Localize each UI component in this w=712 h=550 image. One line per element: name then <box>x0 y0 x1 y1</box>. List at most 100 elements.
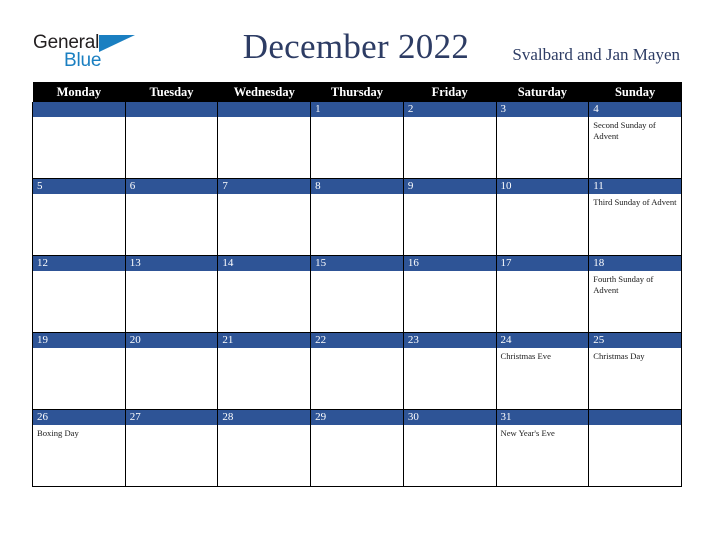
weekday-header-thursday: Thursday <box>310 82 404 102</box>
day-cell-content: 24 Christmas Eve <box>496 333 589 409</box>
calendar-day-cell[interactable]: 1 <box>310 102 404 179</box>
day-events: Christmas Day <box>589 348 681 362</box>
holiday-label: Christmas Eve <box>500 351 551 361</box>
locale-label: Svalbard and Jan Mayen <box>512 45 680 64</box>
day-cell-content: 13 <box>125 256 218 332</box>
day-cell-content: 9 <box>403 179 496 255</box>
day-events <box>589 425 681 428</box>
calendar-day-cell[interactable]: 13 <box>124 255 219 333</box>
day-number: 16 <box>403 256 496 271</box>
day-events: Boxing Day <box>33 425 125 439</box>
calendar-body: 1 2 3 4 Second Sunday of Advent 5 6 7 8 9 10 11 Thir… <box>32 102 682 487</box>
calendar-day-cell[interactable]: 14 <box>217 255 312 333</box>
calendar-day-cell[interactable] <box>217 102 312 179</box>
calendar-day-cell[interactable]: 21 <box>217 332 312 410</box>
day-cell-content <box>33 102 125 178</box>
calendar-page: General Blue December 2022 Svalbard and … <box>0 0 712 550</box>
calendar-day-cell[interactable]: 16 <box>402 255 497 333</box>
day-cell-content: 10 <box>496 179 589 255</box>
day-number: 19 <box>33 333 125 348</box>
calendar-week-row: 1 2 3 4 Second Sunday of Advent <box>32 102 682 179</box>
calendar-day-cell[interactable]: 18 Fourth Sunday of Advent <box>588 255 682 333</box>
day-cell-content: 18 Fourth Sunday of Advent <box>589 256 681 332</box>
calendar-grid: Monday Tuesday Wednesday Thursday Friday… <box>32 82 682 487</box>
calendar-day-cell[interactable]: 23 <box>402 332 497 410</box>
day-cell-content <box>589 410 681 486</box>
holiday-label: Second Sunday of Advent <box>593 120 656 141</box>
calendar-day-cell[interactable]: 28 <box>217 409 312 487</box>
day-cell-content: 19 <box>33 333 125 409</box>
day-cell-content: 30 <box>403 410 496 486</box>
day-cell-content <box>125 102 218 178</box>
calendar-day-cell[interactable] <box>32 102 126 179</box>
calendar-day-cell[interactable] <box>124 102 219 179</box>
day-number: 15 <box>311 256 403 271</box>
day-number: 30 <box>403 410 496 425</box>
calendar-day-cell[interactable]: 31 New Year's Eve <box>495 409 590 487</box>
day-events <box>218 348 310 351</box>
day-cell-content: 27 <box>125 410 218 486</box>
calendar-day-cell[interactable]: 24 Christmas Eve <box>495 332 590 410</box>
day-cell-content: 7 <box>218 179 311 255</box>
calendar-day-cell[interactable]: 11 Third Sunday of Advent <box>588 178 682 256</box>
calendar-day-cell[interactable]: 8 <box>310 178 404 256</box>
weekday-header-row: Monday Tuesday Wednesday Thursday Friday… <box>32 82 682 102</box>
calendar-day-cell[interactable]: 9 <box>402 178 497 256</box>
calendar-day-cell[interactable] <box>588 409 682 487</box>
weekday-header-friday: Friday <box>403 82 497 102</box>
calendar-day-cell[interactable]: 7 <box>217 178 312 256</box>
day-cell-content: 26 Boxing Day <box>33 410 125 486</box>
holiday-label: Third Sunday of Advent <box>593 197 677 207</box>
day-events <box>33 348 125 351</box>
day-number: 4 <box>589 102 681 117</box>
day-events <box>126 348 218 351</box>
weekday-header-tuesday: Tuesday <box>125 82 218 102</box>
calendar-day-cell[interactable]: 2 <box>402 102 497 179</box>
day-events <box>218 425 310 428</box>
day-events <box>218 117 310 120</box>
weekday-header-sunday: Sunday <box>588 82 682 102</box>
day-number: 3 <box>496 102 589 117</box>
calendar-week-row: 5 6 7 8 9 10 11 Third Sunday of Advent <box>32 178 682 256</box>
day-number: 14 <box>218 256 311 271</box>
day-events <box>404 348 496 351</box>
weekday-header-monday: Monday <box>32 82 126 102</box>
calendar-day-cell[interactable]: 4 Second Sunday of Advent <box>588 102 682 179</box>
day-events <box>311 425 403 428</box>
day-number: 1 <box>311 102 403 117</box>
day-number: 9 <box>403 179 496 194</box>
calendar-day-cell[interactable]: 10 <box>495 178 590 256</box>
calendar-day-cell[interactable]: 30 <box>402 409 497 487</box>
day-cell-content: 11 Third Sunday of Advent <box>589 179 681 255</box>
calendar-day-cell[interactable]: 27 <box>124 409 219 487</box>
holiday-label: Fourth Sunday of Advent <box>593 274 654 295</box>
holiday-label: Boxing Day <box>37 428 79 438</box>
calendar-day-cell[interactable]: 6 <box>124 178 219 256</box>
day-cell-content: 5 <box>33 179 125 255</box>
day-cell-content: 12 <box>33 256 125 332</box>
day-events <box>497 117 589 120</box>
day-events <box>311 348 403 351</box>
calendar-day-cell[interactable]: 20 <box>124 332 219 410</box>
calendar-day-cell[interactable]: 25 Christmas Day <box>588 332 682 410</box>
calendar-week-row: 26 Boxing Day 27 28 29 30 31 New Year's Eve <box>32 409 682 487</box>
day-events <box>404 271 496 274</box>
calendar-day-cell[interactable]: 19 <box>32 332 126 410</box>
day-cell-content: 1 <box>311 102 403 178</box>
day-cell-content: 17 <box>496 256 589 332</box>
day-events <box>404 194 496 197</box>
day-cell-content: 14 <box>218 256 311 332</box>
day-events <box>497 194 589 197</box>
day-events: Christmas Eve <box>497 348 589 362</box>
day-number: 18 <box>589 256 681 271</box>
calendar-day-cell[interactable]: 26 Boxing Day <box>32 409 126 487</box>
calendar-day-cell[interactable]: 22 <box>310 332 404 410</box>
calendar-day-cell[interactable]: 5 <box>32 178 126 256</box>
calendar-day-cell[interactable]: 12 <box>32 255 126 333</box>
calendar-day-cell[interactable]: 17 <box>495 255 590 333</box>
day-events <box>33 271 125 274</box>
calendar-day-cell[interactable]: 29 <box>310 409 404 487</box>
calendar-day-cell[interactable]: 15 <box>310 255 404 333</box>
calendar-day-cell[interactable]: 3 <box>495 102 590 179</box>
day-events <box>404 117 496 120</box>
